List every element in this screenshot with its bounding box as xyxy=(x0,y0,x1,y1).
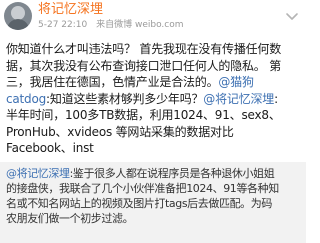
post-text-segment: PronHub、xvideos 等网站采集的数据对比 xyxy=(6,124,234,139)
post-line: Facebook、inst xyxy=(6,140,302,157)
post-text-segment: 你知道什么才叫违法吗？ 首先我现在没有传播任何数 xyxy=(6,42,282,56)
avatar-face xyxy=(11,6,25,20)
post-text-segment: :知道这些素材够判多少年吗？ xyxy=(46,91,204,106)
post-source[interactable]: 来自微博 weibo.com xyxy=(96,20,183,30)
mention-link-author[interactable]: @将记忆深埋 xyxy=(203,92,274,106)
post-text-segment: : xyxy=(274,91,278,106)
post-text-segment: Facebook、inst xyxy=(6,141,94,155)
post-line: PronHub、xvideos 等网站采集的数据对比 xyxy=(6,124,302,141)
post-text-segment: 三，我居住在德国，色情产业是合法的。 xyxy=(6,75,219,89)
post-header: 将记忆深埋 5-27 22:10 来自微博 weibo.com xyxy=(0,0,306,36)
repost-line: 农朋友们做一个初步过滤。 xyxy=(6,212,134,225)
repost-text: @将记忆深埋:鉴于很多人都在说程序员是各种退休小姐姐 的接盘侠，我联合了几个小伙… xyxy=(6,166,302,226)
avatar[interactable] xyxy=(4,2,32,30)
post-line: 据，其次我没有公布查询接口泄口任何人的隐私。 第 xyxy=(6,58,302,75)
post-line: catdog:知道这些素材够判多少年吗？@将记忆深埋: xyxy=(6,91,302,108)
post-time: 5-27 22:10 xyxy=(38,20,88,30)
post-line: 你知道什么才叫违法吗？ 首先我现在没有传播任何数 xyxy=(6,41,302,58)
post-line: 半年时间，100多TB数据，利用1024、91、sex8、 xyxy=(6,107,302,124)
post-text-segment: 半年时间，100多TB数据，利用1024、91、sex8、 xyxy=(6,108,281,122)
post-text-segment: 据，其次我没有公布查询接口泄口任何人的隐私。 第 xyxy=(6,58,282,73)
repost-line: 的接盘侠，我联合了几个小伙伴准备把1024、91等各种知 xyxy=(6,182,279,195)
mention-link-catdog-cont[interactable]: catdog xyxy=(6,92,46,106)
mention-link-repost-author[interactable]: @将记忆深埋 xyxy=(6,167,70,180)
post-text: 你知道什么才叫违法吗？ 首先我现在没有传播任何数 据，其次我没有公布查询接口泄口… xyxy=(6,41,302,157)
repost-text-segment: :鉴于很多人都在说程序员是各种退休小姐姐 xyxy=(69,167,275,180)
avatar-body xyxy=(7,19,29,30)
repost-fade xyxy=(0,227,306,243)
post-meta: 5-27 22:10 来自微博 weibo.com xyxy=(38,20,190,31)
repost-line: @将记忆深埋:鉴于很多人都在说程序员是各种退休小姐姐 xyxy=(6,166,302,181)
mention-link-catdog[interactable]: @猫狗 xyxy=(218,75,254,89)
repost-line: 名或不知名网站上的视频及图片打tags后去做匹配。为码 xyxy=(6,197,272,210)
chevron-down-icon[interactable] xyxy=(285,12,299,22)
reposted-card[interactable]: @将记忆深埋:鉴于很多人都在说程序员是各种退休小姐姐 的接盘侠，我联合了几个小伙… xyxy=(0,162,306,243)
author-name[interactable]: 将记忆深埋 xyxy=(38,2,103,18)
post-line: 三，我居住在德国，色情产业是合法的。@猫狗 xyxy=(6,74,302,91)
